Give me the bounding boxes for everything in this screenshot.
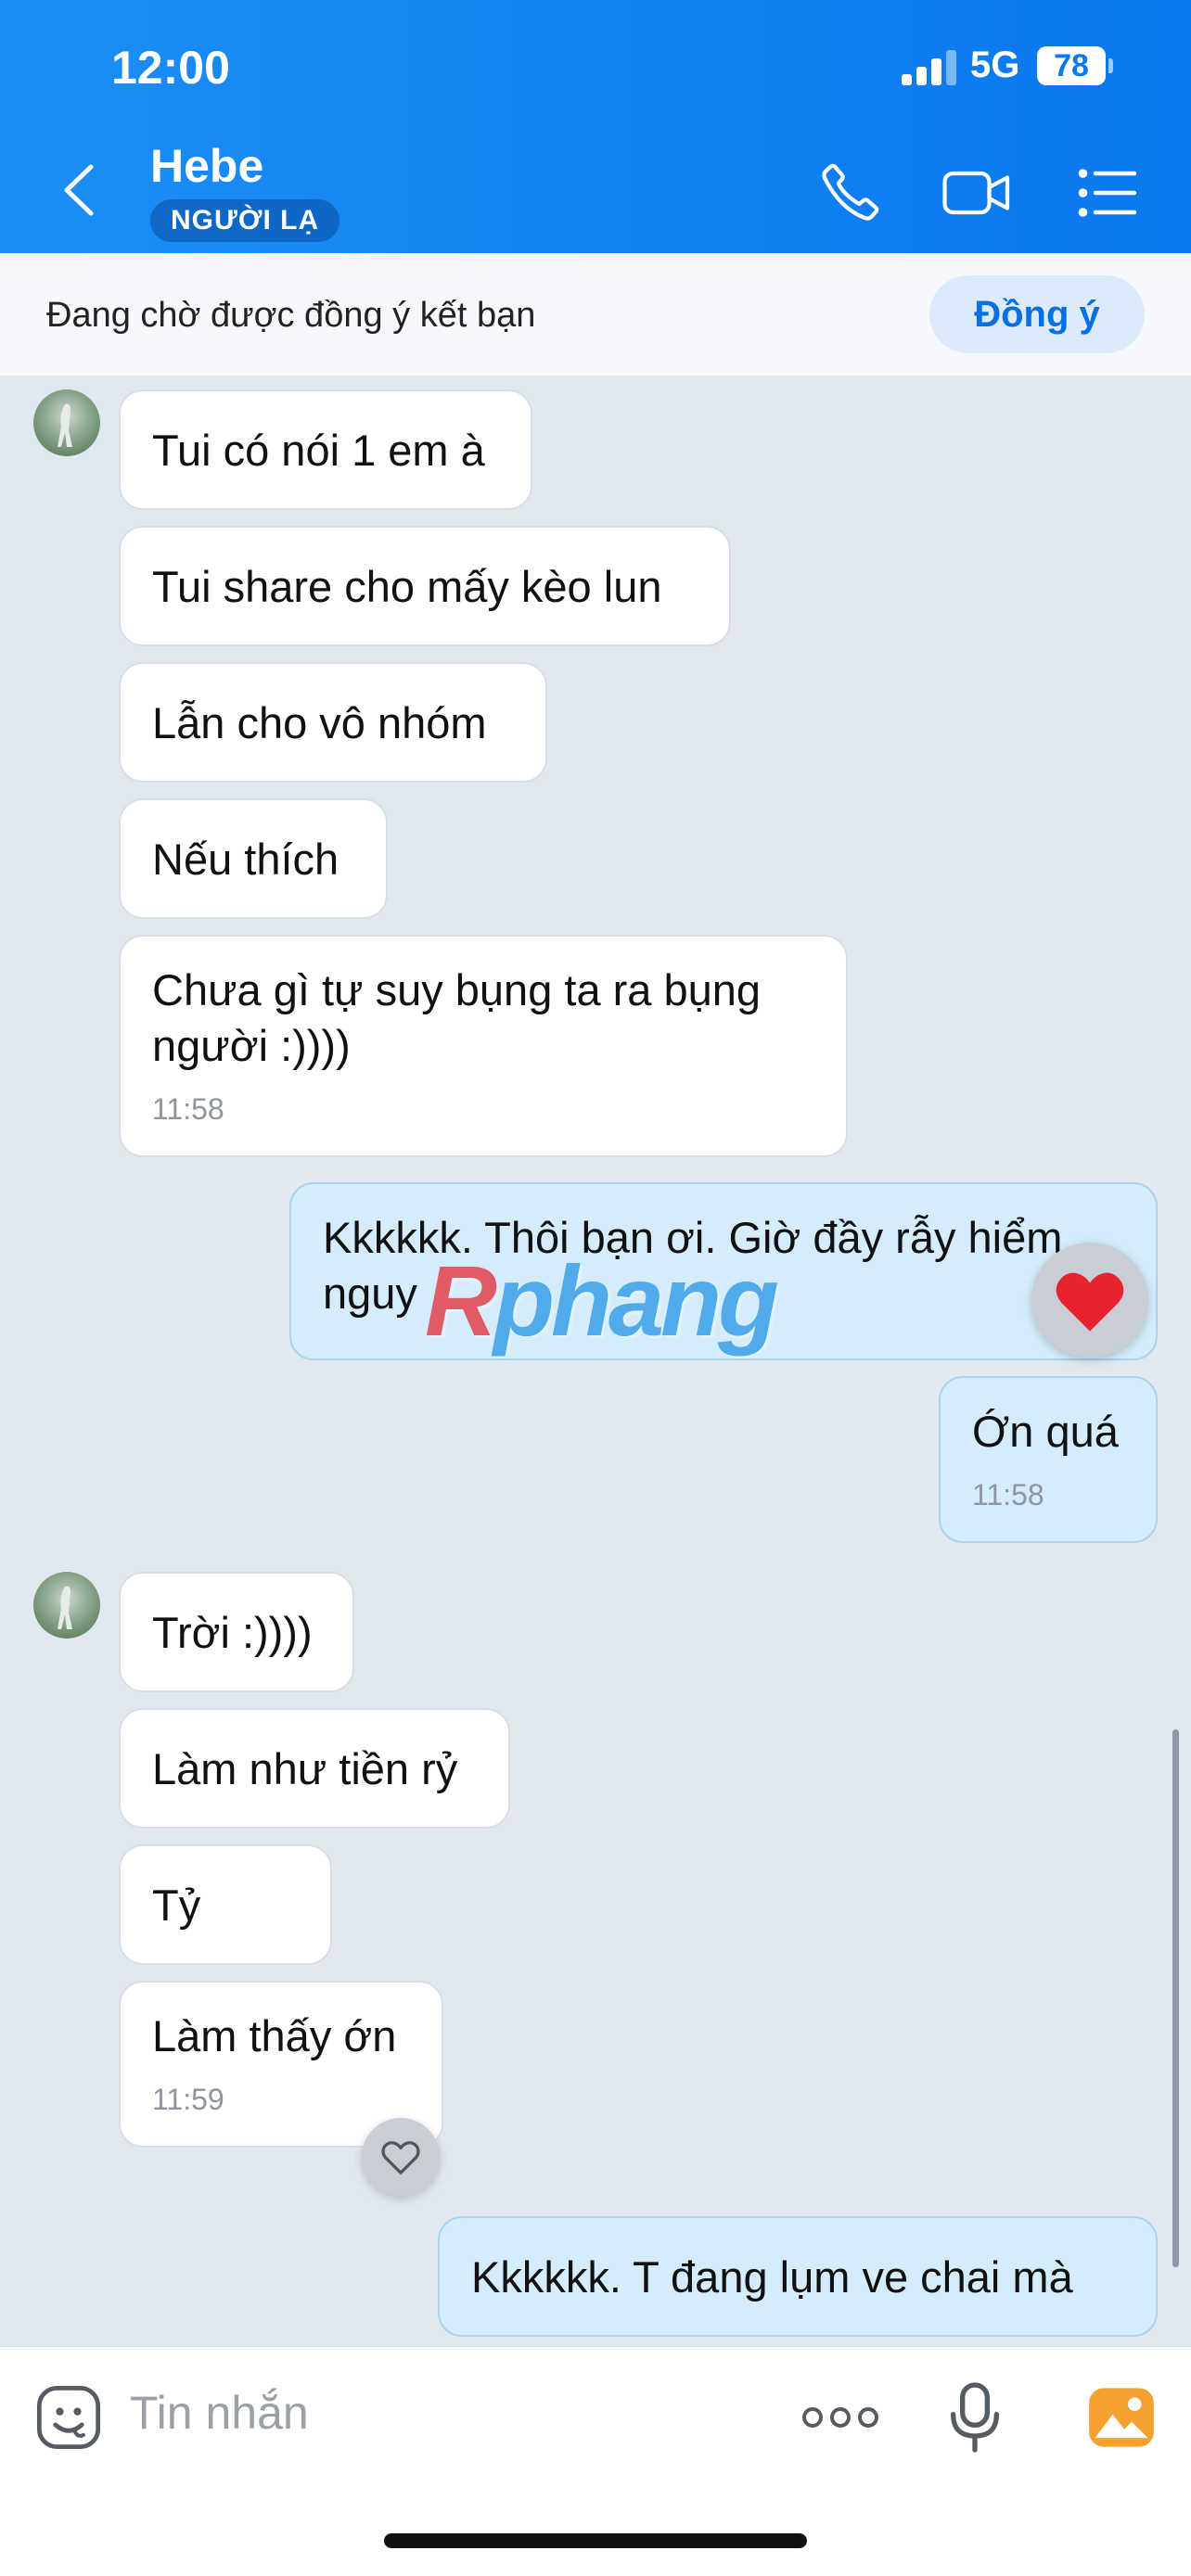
message-input[interactable]: Tin nhắn <box>130 2386 309 2440</box>
avatar[interactable] <box>33 1572 100 1639</box>
accept-friend-button[interactable]: Đồng ý <box>929 275 1145 353</box>
heart-outline-icon <box>381 2141 420 2174</box>
battery-icon: 78 <box>1037 46 1106 85</box>
sticker-icon[interactable] <box>33 2382 104 2453</box>
phone-icon[interactable] <box>816 159 883 226</box>
menu-icon[interactable] <box>1076 159 1137 226</box>
heart-icon <box>1056 1272 1124 1332</box>
image-icon[interactable] <box>1085 2382 1158 2453</box>
more-icon[interactable] <box>801 2401 879 2434</box>
message-text: Làm thấy ớn <box>152 2011 397 2060</box>
video-call-icon[interactable] <box>941 159 1013 226</box>
back-chevron-icon[interactable] <box>56 158 102 223</box>
message-bubble[interactable]: Làm như tiền rỷ <box>119 1708 510 1829</box>
battery-tip <box>1108 58 1113 73</box>
chat-header: 12:00 5G 78 Hebe NGƯỜI LẠ <box>0 0 1191 253</box>
message-bubble[interactable]: Nếu thích <box>119 798 388 919</box>
scrollbar[interactable] <box>1172 1729 1179 2267</box>
message-time: 11:58 <box>972 1478 1044 1511</box>
message-bubble[interactable]: Tui có nói 1 em à <box>119 389 532 510</box>
avatar[interactable] <box>33 389 100 456</box>
message-bubble[interactable]: Ớn quá 11:58 <box>939 1376 1158 1543</box>
network-type: 5G <box>970 45 1020 85</box>
message-bubble[interactable]: Lẫn cho vô nhóm <box>119 662 547 783</box>
stranger-badge: NGƯỜI LẠ <box>150 199 340 242</box>
message-bubble[interactable]: Trời :)))) <box>119 1572 354 1692</box>
home-indicator <box>384 2533 807 2548</box>
message-text: Ớn quá <box>972 1407 1119 1456</box>
message-bubble[interactable]: Kkkkkk. T đang lụm ve chai mà <box>438 2216 1158 2337</box>
status-time: 12:00 <box>111 42 230 94</box>
react-button[interactable] <box>362 2118 440 2196</box>
message-bubble[interactable]: Tui share cho mấy kèo lun <box>119 526 731 646</box>
pending-friend-text: Đang chờ được đồng ý kết bạn <box>46 296 536 335</box>
heart-reaction[interactable] <box>1031 1243 1148 1358</box>
watermark-logo: Rphang <box>425 1244 779 1357</box>
friend-request-banner: Đang chờ được đồng ý kết bạn Đồng ý <box>0 253 1191 376</box>
message-time: 11:59 <box>152 2083 224 2116</box>
message-bubble[interactable]: Tỷ <box>119 1844 332 1965</box>
signal-icon <box>902 50 957 85</box>
message-time: 11:58 <box>152 1092 224 1126</box>
message-text: Chưa gì tự suy bụng ta ra bụng người :))… <box>152 965 762 1070</box>
message-bubble[interactable]: Chưa gì tự suy bụng ta ra bụng người :))… <box>119 935 848 1157</box>
contact-name[interactable]: Hebe <box>150 139 263 193</box>
microphone-icon[interactable] <box>946 2380 1004 2455</box>
